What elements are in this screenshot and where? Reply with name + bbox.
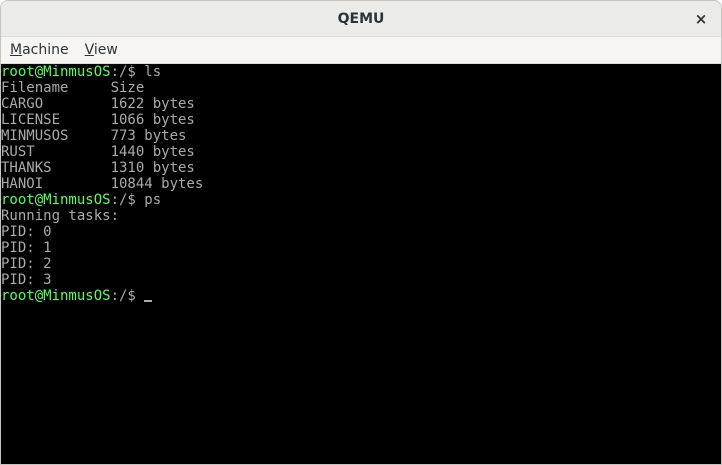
terminal-command-line: root@MinmusOS:/$ ps (1, 192, 721, 208)
terminal-line-text: THANKS 1310 bytes (1, 160, 195, 176)
terminal-line-text: MINMUSOS 773 bytes (1, 128, 187, 144)
terminal-output-line: MINMUSOS 773 bytes (1, 128, 721, 144)
terminal-line-text: PID: 2 (1, 256, 52, 272)
terminal-cursor (144, 300, 153, 302)
menu-view-label: iew (93, 42, 118, 58)
close-button[interactable]: × (689, 7, 713, 31)
menu-view[interactable]: View (80, 42, 123, 58)
window-title: QEMU (337, 11, 385, 27)
terminal-output-line: Filename Size (1, 80, 721, 96)
terminal-line-text: HANOI 10844 bytes (1, 176, 204, 192)
terminal-line-text: LICENSE 1066 bytes (1, 112, 195, 128)
terminal-line-text: RUST 1440 bytes (1, 144, 195, 160)
menu-machine[interactable]: Machine (5, 42, 74, 58)
terminal-screen[interactable]: root@MinmusOS:/$ ls Filename Size CARGO 16… (1, 64, 721, 464)
terminal-output-line: THANKS 1310 bytes (1, 160, 721, 176)
terminal-line-text: PID: 3 (1, 272, 52, 288)
terminal-output-line: Running tasks: (1, 208, 721, 224)
terminal-prompt: root@MinmusOS (1, 288, 111, 304)
title-bar[interactable]: QEMU × (1, 1, 721, 37)
terminal-output-line: LICENSE 1066 bytes (1, 112, 721, 128)
terminal-output-line: PID: 2 (1, 256, 721, 272)
terminal-prompt: root@MinmusOS (1, 64, 111, 80)
menu-view-mnemonic: V (84, 42, 94, 58)
terminal-command-line: root@MinmusOS:/$ ls (1, 64, 721, 80)
terminal-output-line: PID: 1 (1, 240, 721, 256)
menu-bar: Machine View (1, 37, 721, 64)
terminal-output-line: PID: 3 (1, 272, 721, 288)
terminal-output-line: PID: 0 (1, 224, 721, 240)
terminal-line-text: Running tasks: (1, 208, 120, 224)
terminal-line-text: :/$ ps (110, 192, 162, 208)
terminal-output-line: RUST 1440 bytes (1, 144, 721, 160)
terminal-line-text: PID: 1 (1, 240, 52, 256)
terminal-line-text: PID: 0 (1, 224, 52, 240)
terminal-line-text: Filename Size (1, 80, 145, 96)
terminal-line-text: :/$ ls (110, 64, 162, 80)
terminal-output-line: HANOI 10844 bytes (1, 176, 721, 192)
terminal-prompt: root@MinmusOS (1, 192, 111, 208)
menu-machine-label: achine (22, 42, 69, 58)
terminal-command-line: root@MinmusOS:/$ (1, 288, 721, 304)
terminal-line-text: :/$ (110, 288, 145, 304)
qemu-window: QEMU × Machine View root@MinmusOS:/$ ls F… (0, 0, 722, 465)
terminal-line-text: CARGO 1622 bytes (1, 96, 195, 112)
terminal-output-line: CARGO 1622 bytes (1, 96, 721, 112)
menu-machine-mnemonic: M (10, 42, 23, 58)
